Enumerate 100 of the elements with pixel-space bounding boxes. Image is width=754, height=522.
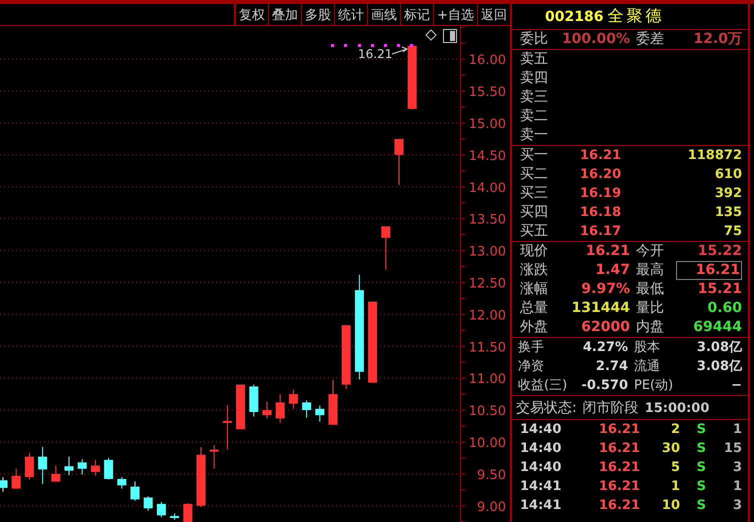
candle bbox=[104, 457, 114, 480]
ask-level-label: 卖五 bbox=[520, 50, 549, 69]
field-label: 今开 bbox=[635, 242, 665, 261]
candle bbox=[24, 452, 34, 480]
field-value: 1.47 bbox=[595, 262, 630, 278]
field-value: 2.74 bbox=[594, 358, 628, 376]
bid-price: 16.20 bbox=[580, 166, 622, 184]
candle bbox=[130, 481, 140, 502]
axis-label: 13.50 bbox=[468, 212, 506, 228]
field-value: 15.21 bbox=[698, 281, 742, 297]
field-label: 最高 bbox=[635, 261, 665, 280]
axis-label: 12.00 bbox=[468, 308, 506, 324]
tick-price: 16.21 bbox=[598, 478, 640, 496]
candle bbox=[196, 446, 206, 508]
field-value: -0.570 bbox=[580, 377, 628, 395]
field-label: 股本 bbox=[633, 339, 661, 357]
candle bbox=[328, 380, 338, 426]
tick-price: 16.21 bbox=[598, 421, 640, 439]
tick-count: 3 bbox=[732, 459, 742, 477]
field-label: 流通 bbox=[633, 358, 661, 376]
tick-volume: 10 bbox=[660, 497, 680, 515]
candle bbox=[117, 476, 126, 490]
tick-side: S bbox=[696, 421, 706, 439]
field-value: 100.00% bbox=[562, 31, 630, 47]
field-label: 委比 bbox=[520, 30, 549, 49]
field-label: 委差 bbox=[635, 30, 665, 49]
field-label: 总量 bbox=[520, 299, 549, 318]
stock-name: 全聚德 bbox=[607, 6, 664, 27]
tick-volume: 30 bbox=[660, 440, 680, 458]
axis-label: 10.50 bbox=[468, 404, 506, 420]
field-value: 16.21 bbox=[586, 243, 630, 259]
field-value: − bbox=[730, 377, 742, 395]
candle bbox=[0, 476, 8, 492]
field-label: 净资 bbox=[518, 358, 545, 376]
tick-side: S bbox=[696, 497, 706, 515]
toolbar-button[interactable]: 复权 bbox=[236, 4, 270, 25]
tick-count: 1 bbox=[732, 421, 742, 439]
bid-price: 16.18 bbox=[580, 204, 622, 222]
panel-toggle-icon[interactable] bbox=[443, 29, 457, 43]
tick-time: 14:40 bbox=[519, 440, 562, 458]
toolbar-button[interactable]: 标记 bbox=[401, 4, 434, 25]
bid-level-label: 买二 bbox=[520, 165, 549, 184]
status-value: 闭市阶段 bbox=[582, 399, 639, 418]
diamond-icon[interactable] bbox=[425, 29, 437, 41]
field-value: 0.60 bbox=[707, 300, 742, 316]
candle bbox=[12, 468, 21, 490]
candle bbox=[288, 389, 298, 410]
field-label: 最低 bbox=[635, 280, 665, 299]
field-label: 现价 bbox=[520, 242, 549, 261]
tick-count: 3 bbox=[732, 497, 742, 515]
bid-level-label: 买三 bbox=[520, 184, 549, 203]
candle bbox=[342, 324, 351, 390]
bid-price: 16.21 bbox=[580, 147, 622, 165]
axis-label: 11.00 bbox=[468, 372, 506, 388]
bid-volume: 118872 bbox=[686, 147, 742, 165]
candle bbox=[144, 496, 153, 512]
bid-volume: 392 bbox=[714, 185, 742, 203]
field-label: 量比 bbox=[635, 299, 665, 318]
tick-side: S bbox=[696, 459, 706, 477]
ask-level-label: 卖三 bbox=[520, 88, 549, 107]
tick-time: 14:41 bbox=[519, 497, 562, 515]
bid-level-label: 买一 bbox=[520, 146, 549, 165]
field-label: 内盘 bbox=[635, 318, 665, 337]
tick-time: 14:40 bbox=[519, 459, 562, 477]
candle bbox=[302, 400, 312, 418]
candle bbox=[222, 404, 232, 450]
candle bbox=[408, 45, 417, 110]
axis-label: 13.00 bbox=[468, 244, 506, 260]
bid-price: 16.17 bbox=[580, 223, 622, 241]
bid-level-label: 买五 bbox=[520, 222, 549, 241]
toolbar-button[interactable]: 统计 bbox=[335, 4, 368, 25]
ask-level-label: 卖二 bbox=[520, 107, 549, 126]
axis-label: 12.50 bbox=[468, 276, 506, 292]
candle bbox=[394, 138, 404, 186]
tick-price: 16.21 bbox=[598, 497, 640, 515]
toolbar-button[interactable]: 叠加 bbox=[269, 4, 302, 25]
field-value: 9.97% bbox=[581, 281, 630, 297]
candle bbox=[38, 446, 48, 485]
bid-volume: 610 bbox=[714, 166, 742, 184]
candle bbox=[249, 384, 258, 417]
tick-time: 14:41 bbox=[519, 478, 562, 496]
tick-side: S bbox=[696, 440, 706, 458]
bid-price: 16.19 bbox=[580, 185, 622, 203]
candle bbox=[262, 401, 272, 419]
field-value: 3.08亿 bbox=[696, 358, 742, 376]
field-value: 15.22 bbox=[698, 243, 742, 259]
tick-volume: 5 bbox=[670, 459, 680, 477]
status-time: 15:00:00 bbox=[644, 400, 710, 418]
stock-code: 002186 bbox=[545, 8, 604, 24]
candle bbox=[183, 502, 192, 522]
candle bbox=[64, 456, 74, 476]
tick-volume: 1 bbox=[670, 478, 680, 496]
tick-price: 16.21 bbox=[598, 459, 640, 477]
field-value: 3.08亿 bbox=[696, 339, 742, 357]
bid-volume: 135 bbox=[714, 204, 742, 222]
field-label: 收益(三) bbox=[518, 377, 568, 395]
field-label: PE(动) bbox=[633, 377, 674, 395]
axis-label: 9.50 bbox=[477, 468, 506, 483]
candle bbox=[78, 458, 87, 475]
candle bbox=[170, 512, 180, 520]
